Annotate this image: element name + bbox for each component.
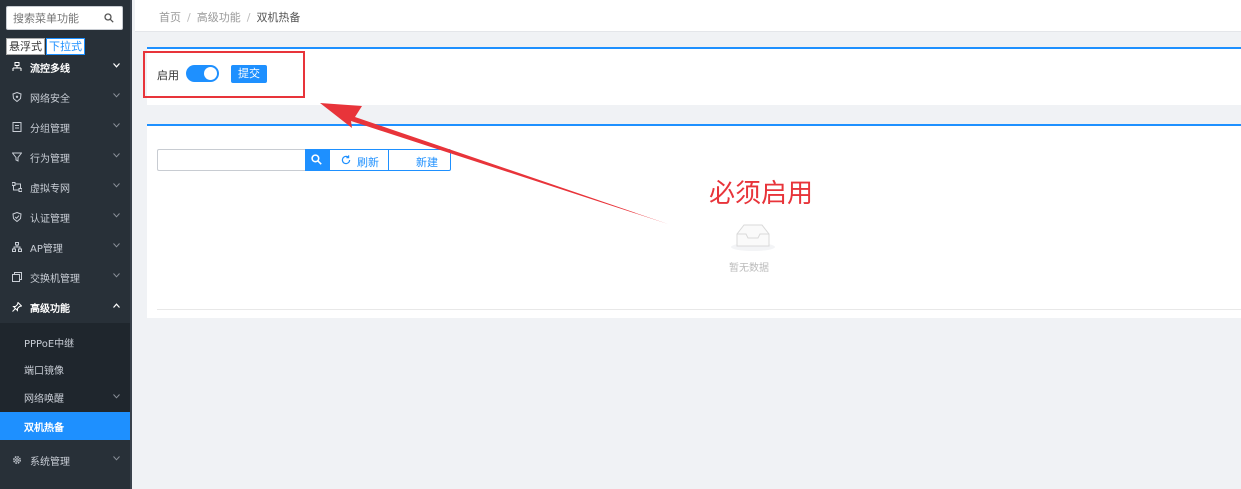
annotation-text: 必须启用 [709, 179, 814, 209]
annotation-arrow [320, 103, 668, 224]
